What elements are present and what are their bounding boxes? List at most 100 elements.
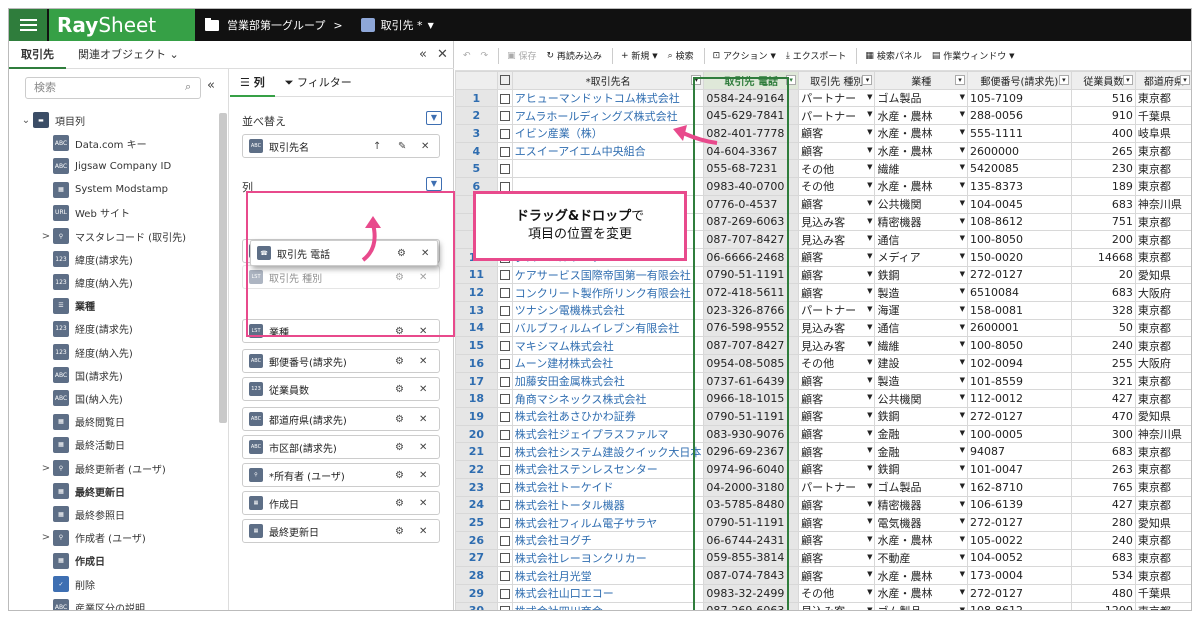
table-cell[interactable]: 0776-0-4537: [703, 194, 800, 214]
column-header[interactable]: 従業員数 ▾: [1070, 71, 1136, 90]
table-cell[interactable]: 水産・農林: [874, 106, 969, 126]
row-checkbox-cell[interactable]: [496, 601, 513, 610]
row-checkbox-cell[interactable]: [496, 460, 513, 479]
tree-item[interactable]: ▦ 作成日: [39, 550, 105, 572]
checkbox[interactable]: [499, 429, 510, 440]
table-cell[interactable]: 751: [1070, 212, 1136, 232]
table-row[interactable]: 11 ケアサービス国際帝国第一有限会社0790-51-1191顧客鉄鋼272-01…: [455, 265, 1191, 285]
checkbox[interactable]: [499, 606, 510, 610]
column-header[interactable]: 取引先 種別 ▾: [798, 71, 876, 90]
new-button[interactable]: + 新規 ▼: [621, 49, 658, 63]
table-cell[interactable]: 087-269-6063: [703, 601, 800, 610]
row-checkbox-cell[interactable]: [496, 300, 513, 320]
chevron-down-icon[interactable]: ▾: [862, 75, 873, 85]
table-cell[interactable]: 200: [1070, 230, 1136, 249]
table-cell[interactable]: 516: [1070, 88, 1136, 108]
checkbox[interactable]: [499, 482, 510, 493]
table-cell[interactable]: 06-6744-2431: [703, 530, 800, 550]
search-panel-button[interactable]: ▦ 検索パネル: [865, 49, 921, 63]
close-icon[interactable]: ✕: [419, 498, 427, 509]
collapse-left-icon[interactable]: «: [419, 47, 427, 62]
table-cell[interactable]: 株式会社ヨグチ: [511, 530, 705, 550]
row-checkbox-cell[interactable]: [496, 88, 513, 108]
table-cell[interactable]: 158-0081: [967, 300, 1072, 320]
table-cell[interactable]: 神奈川県: [1134, 194, 1191, 214]
row-checkbox-cell[interactable]: [496, 318, 513, 338]
table-cell[interactable]: 106-6139: [967, 495, 1072, 515]
row-checkbox-cell[interactable]: [496, 124, 513, 143]
table-cell[interactable]: 910: [1070, 106, 1136, 126]
table-cell[interactable]: 東京都: [1134, 566, 1191, 585]
table-cell[interactable]: 金融: [874, 424, 969, 444]
row-checkbox-cell[interactable]: [496, 530, 513, 550]
table-cell[interactable]: 100-0005: [967, 424, 1072, 444]
close-icon[interactable]: ✕: [419, 470, 427, 481]
chevron-down-icon[interactable]: ▾: [691, 75, 702, 85]
row-number[interactable]: 17: [455, 371, 498, 391]
checkbox[interactable]: [499, 164, 510, 175]
table-cell[interactable]: 683: [1070, 548, 1136, 568]
table-cell[interactable]: 東京都: [1134, 177, 1191, 196]
table-cell[interactable]: 千葉県: [1134, 106, 1191, 126]
row-number[interactable]: 27: [455, 548, 498, 568]
checkbox[interactable]: [499, 500, 510, 511]
table-cell[interactable]: 公共機関: [874, 194, 969, 214]
tree-item[interactable]: > ⚲ 作成者 (ユーザ): [39, 527, 146, 549]
table-cell[interactable]: 0790-51-1191: [703, 513, 800, 532]
tree-item[interactable]: ▦ System Modstamp: [39, 179, 168, 201]
table-cell[interactable]: 240: [1070, 336, 1136, 355]
table-cell[interactable]: 100-8050: [967, 336, 1072, 355]
row-number[interactable]: 30: [455, 601, 498, 610]
table-cell[interactable]: 公共機関: [874, 389, 969, 409]
table-row[interactable]: 20 株式会社ジェイプラスファルマ083-930-9076顧客金融100-0005…: [455, 424, 1191, 444]
table-cell[interactable]: 顧客: [798, 371, 876, 391]
tree-item[interactable]: URL Web サイト: [39, 202, 130, 224]
table-row[interactable]: 24 株式会社トータル機器03-5785-8480顧客精密機器106-613942…: [455, 495, 1191, 515]
table-row[interactable]: 16 ムーン建材株式会社0954-08-5085その他建設102-0094255大…: [455, 354, 1191, 373]
table-row[interactable]: 4エスイーアイエム中央組合04-604-3367顧客水産・農林260000026…: [455, 141, 1191, 161]
tab-related-objects[interactable]: 関連オブジェクト ⌄: [66, 41, 191, 69]
table-cell[interactable]: 顧客: [798, 460, 876, 479]
table-cell[interactable]: 水産・農林: [874, 566, 969, 585]
row-checkbox-cell[interactable]: [496, 159, 513, 179]
table-cell[interactable]: 076-598-9552: [703, 318, 800, 338]
table-cell[interactable]: 見込み客: [798, 230, 876, 249]
table-cell[interactable]: 海運: [874, 300, 969, 320]
table-cell[interactable]: 480: [1070, 583, 1136, 603]
tree-item[interactable]: 123 経度(請求先): [39, 318, 133, 340]
table-cell[interactable]: 顧客: [798, 442, 876, 462]
table-cell[interactable]: 東京都: [1134, 442, 1191, 462]
table-cell[interactable]: 顧客: [798, 424, 876, 444]
checkbox[interactable]: [499, 323, 510, 334]
table-cell[interactable]: 272-0127: [967, 513, 1072, 532]
table-cell[interactable]: 鉄鋼: [874, 407, 969, 426]
close-icon[interactable]: ✕: [419, 442, 427, 453]
row-number[interactable]: 11: [455, 265, 498, 285]
row-checkbox-cell[interactable]: [496, 265, 513, 285]
chevron-down-icon[interactable]: ▾: [786, 75, 797, 85]
table-cell[interactable]: 5420085: [967, 159, 1072, 179]
checkbox[interactable]: [499, 74, 510, 85]
table-cell[interactable]: 愛知県: [1134, 407, 1191, 426]
table-cell[interactable]: 顧客: [798, 548, 876, 568]
table-cell[interactable]: 東京都: [1134, 318, 1191, 338]
table-cell[interactable]: 株式会社ジェイプラスファルマ: [511, 424, 705, 444]
app-menu-button[interactable]: [9, 9, 47, 41]
table-cell[interactable]: 見込み客: [798, 318, 876, 338]
export-button[interactable]: ⤓ エクスポート: [786, 49, 847, 63]
table-cell[interactable]: パートナー: [798, 88, 876, 108]
table-cell[interactable]: 水産・農林: [874, 530, 969, 550]
table-cell[interactable]: アヒューマンドットコム株式会社: [511, 88, 705, 108]
row-number[interactable]: 5: [455, 159, 498, 179]
table-cell[interactable]: コンクリート製作所リンク有限会社: [511, 283, 705, 302]
table-cell[interactable]: 112-0012: [967, 389, 1072, 409]
column-header[interactable]: 業種 ▾: [874, 71, 969, 90]
row-checkbox-cell[interactable]: [496, 283, 513, 302]
select-all-header[interactable]: [496, 71, 513, 90]
row-checkbox-cell[interactable]: [496, 442, 513, 462]
gear-icon[interactable]: ⚙: [395, 470, 404, 481]
table-cell[interactable]: 104-0045: [967, 194, 1072, 214]
table-cell[interactable]: 0954-08-5085: [703, 354, 800, 373]
row-checkbox-cell[interactable]: [496, 566, 513, 585]
row-checkbox-cell[interactable]: [496, 424, 513, 444]
